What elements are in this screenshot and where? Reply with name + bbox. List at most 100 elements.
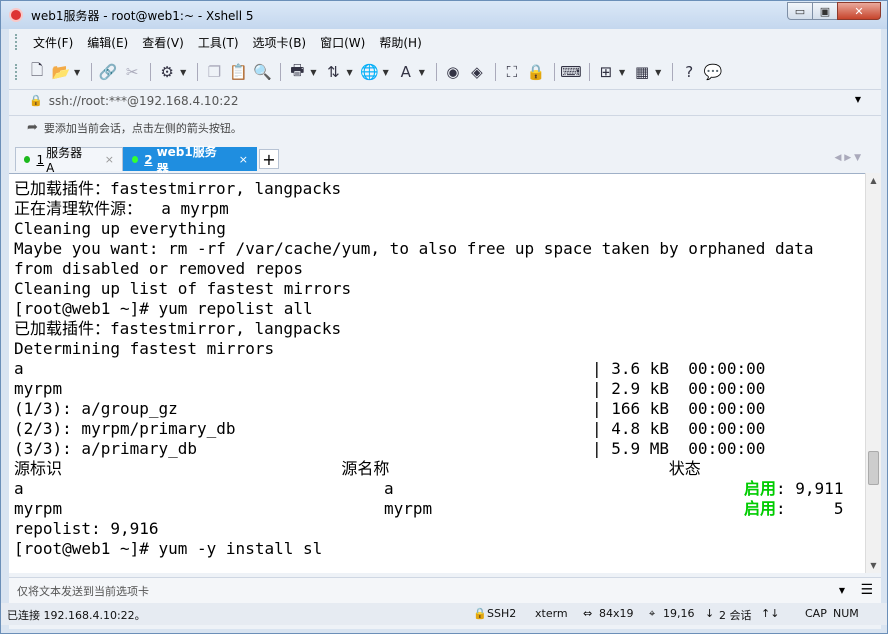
repo-row: a a 启用: 9,911 <box>14 479 843 498</box>
tab-close-icon[interactable]: × <box>105 153 114 166</box>
xftp-icon[interactable]: ◉ <box>442 61 464 83</box>
new-tab-dropdown-icon[interactable]: ▼ <box>619 68 625 77</box>
new-tab-icon[interactable]: ⊞ <box>595 61 617 83</box>
menu-window[interactable]: 窗口(W) <box>313 34 372 51</box>
caption-buttons: ▭ ▣ ✕ <box>787 2 881 20</box>
terminal-line: 已加载插件：fastestmirror, langpacks <box>14 179 342 198</box>
properties-icon[interactable]: ⚙ <box>156 61 178 83</box>
address-dropdown-icon[interactable]: ▼ <box>855 95 861 104</box>
globe-icon[interactable]: 🌐 <box>359 61 381 83</box>
new-session-icon[interactable]: 🗋 <box>26 61 48 83</box>
open-dropdown-icon[interactable]: ▼ <box>74 68 80 77</box>
address-input[interactable]: ssh://root:***@192.168.4.10:22 <box>49 94 239 108</box>
terminal-line: repolist: 9,916 <box>14 519 159 538</box>
open-folder-icon[interactable]: 📂 <box>50 61 72 83</box>
toolbar: 🗋 📂 ▼ 🔗 ✂ ⚙ ▼ ❐ 📋 🔍 🖶 ▼ ⇅ ▼ 🌐 ▼ A ▼ ◉ ◈ ⛶ 🔒 ⌨ <box>9 59 881 85</box>
tab-number: 2 <box>144 152 153 167</box>
terminal-scrollbar[interactable]: ▲ ▼ <box>865 173 881 573</box>
properties-dropdown-icon[interactable]: ▼ <box>180 68 186 77</box>
terminal-line: myrpm | 2.9 kB 00:00:00 <box>14 379 766 398</box>
maximize-button[interactable]: ▣ <box>812 2 838 20</box>
title-bar[interactable]: web1服务器 - root@web1:~ - Xshell 5 ▭ ▣ ✕ <box>1 1 887 29</box>
toolbar-separator <box>588 63 590 81</box>
tab-close-icon[interactable]: × <box>239 153 248 166</box>
repo-name: a <box>384 479 394 498</box>
minimize-icon: ▭ <box>794 4 806 18</box>
menu-help[interactable]: 帮助(H) <box>372 34 428 51</box>
globe-dropdown-icon[interactable]: ▼ <box>383 68 389 77</box>
repo-id: myrpm <box>14 499 63 518</box>
toolbar-separator <box>553 63 555 81</box>
xshell-window: web1服务器 - root@web1:~ - Xshell 5 ▭ ▣ ✕ 文… <box>0 0 888 634</box>
compose-send-target[interactable]: 仅将文本发送到当前选项卡 <box>17 583 149 599</box>
copy-icon[interactable]: ❐ <box>203 61 225 83</box>
tab-web1-server[interactable]: 2 web1服务器 × <box>123 145 257 176</box>
fullscreen-icon[interactable]: ⛶ <box>501 61 523 83</box>
keyboard-icon[interactable]: ⌨ <box>560 61 582 83</box>
maximize-icon: ▣ <box>819 4 831 18</box>
disconnect-icon[interactable]: ✂ <box>121 61 143 83</box>
add-tab-button[interactable]: + <box>259 149 279 169</box>
scroll-thumb[interactable] <box>868 451 879 485</box>
menu-tools[interactable]: 工具(T) <box>191 34 246 51</box>
tab-bar: 1 服务器A × 2 web1服务器 × + ◀ ▶ ▼ <box>9 145 881 176</box>
compose-menu-icon[interactable]: ☰ <box>860 582 873 598</box>
transfer-dropdown-icon[interactable]: ▼ <box>346 68 352 77</box>
terminal-line: [root@web1 ~]# yum repolist all <box>14 299 313 318</box>
repo-status: 启用 <box>744 479 777 498</box>
print-dropdown-icon[interactable]: ▼ <box>310 68 316 77</box>
repo-id: a <box>14 479 24 498</box>
xshell-app-icon[interactable] <box>9 8 23 22</box>
terminal-line: (1/3): a/group_gz | 166 kB 00:00:00 <box>14 399 766 418</box>
compose-bar[interactable]: 仅将文本发送到当前选项卡 ▼ ☰ <box>9 577 881 603</box>
print-icon[interactable]: 🖶 <box>286 61 308 83</box>
tab-nav-arrows-icon[interactable]: ◀ ▶ ▼ <box>835 153 862 163</box>
scroll-down-icon[interactable]: ▼ <box>866 558 881 573</box>
menu-grip[interactable] <box>15 34 18 50</box>
session-hint-bar: ➦ 要添加当前会话，点击左侧的箭头按钮。 <box>9 115 881 139</box>
help-icon[interactable]: ? <box>678 61 700 83</box>
lock-icon[interactable]: 🔒 <box>525 61 547 83</box>
sessions-icon: ↓ <box>705 607 715 620</box>
menu-edit[interactable]: 编辑(E) <box>80 34 135 51</box>
toolbar-separator <box>91 63 93 81</box>
find-icon[interactable]: 🔍 <box>251 61 273 83</box>
terminal-line: Maybe you want: rm -rf /var/cache/yum, t… <box>14 239 814 258</box>
menu-tabs[interactable]: 选项卡(B) <box>246 34 314 51</box>
minimize-button[interactable]: ▭ <box>787 2 813 20</box>
transfer-icon[interactable]: ⇅ <box>322 61 344 83</box>
font-dropdown-icon[interactable]: ▼ <box>419 68 425 77</box>
terminal-prompt-line: [root@web1 ~]# yum -y install sl <box>14 539 323 558</box>
caps-lock-status: CAP <box>805 607 827 620</box>
transfer-status-icon: ↑↓ <box>761 607 780 620</box>
repo-count: : 9,911 <box>776 479 844 498</box>
terminal-line: Cleaning up list of fastest mirrors <box>14 279 352 298</box>
menu-view[interactable]: 查看(V) <box>135 34 191 51</box>
script-icon[interactable]: ◈ <box>466 61 488 83</box>
add-session-arrow-icon[interactable]: ➦ <box>27 120 38 135</box>
address-lock-icon: 🔒 <box>29 94 43 107</box>
scroll-up-icon[interactable]: ▲ <box>866 173 881 188</box>
font-icon[interactable]: A <box>395 61 417 83</box>
tab-number: 1 <box>36 152 45 167</box>
session-hint-text: 要添加当前会话，点击左侧的箭头按钮。 <box>43 121 242 135</box>
protocol-status: SSH2 <box>487 607 517 620</box>
compose-dropdown-icon[interactable]: ▼ <box>839 586 845 595</box>
toolbar-grip[interactable] <box>15 64 18 80</box>
close-button[interactable]: ✕ <box>837 2 881 20</box>
layout-dropdown-icon[interactable]: ▼ <box>655 68 661 77</box>
terminal-output[interactable]: 已加载插件：fastestmirror, langpacks 正在清理软件源： … <box>9 173 865 573</box>
menu-file[interactable]: 文件(F) <box>26 34 80 51</box>
close-icon: ✕ <box>854 4 864 18</box>
reconnect-icon[interactable]: 🔗 <box>97 61 119 83</box>
terminal-line: 已加载插件：fastestmirror, langpacks <box>14 319 342 338</box>
terminal-line: Determining fastest mirrors <box>14 339 275 358</box>
paste-icon[interactable]: 📋 <box>227 61 249 83</box>
tab-label: web1服务器 <box>156 144 217 176</box>
comment-icon[interactable]: 💬 <box>702 61 724 83</box>
layout-icon[interactable]: ▦ <box>631 61 653 83</box>
size-icon: ⇔ <box>583 607 593 620</box>
menu-bar: 文件(F) 编辑(E) 查看(V) 工具(T) 选项卡(B) 窗口(W) 帮助(… <box>9 31 429 53</box>
tab-server-a[interactable]: 1 服务器A × <box>15 146 123 175</box>
toolbar-separator <box>494 63 496 81</box>
